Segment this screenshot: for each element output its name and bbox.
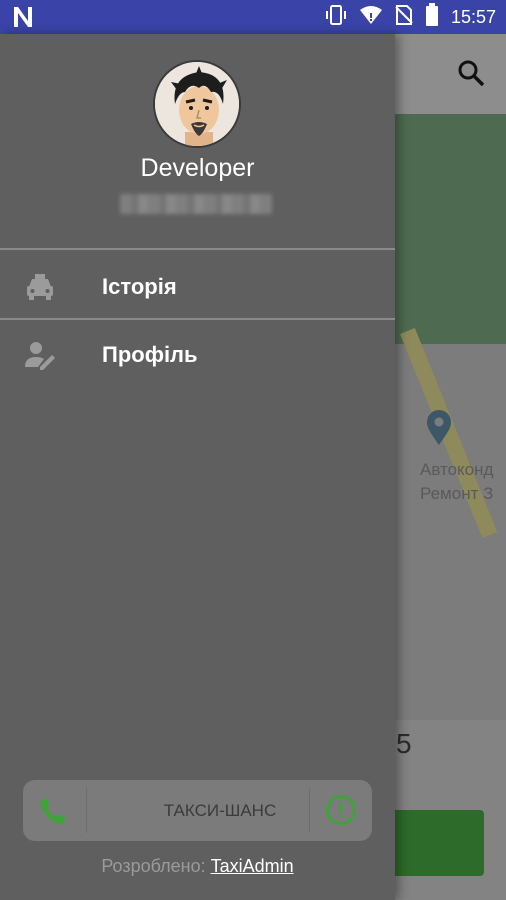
clock: 15:57 — [450, 6, 496, 27]
edit-profile-icon — [24, 339, 56, 371]
phone-icon[interactable] — [37, 795, 69, 827]
divider — [0, 318, 395, 320]
menu-item-history[interactable]: Історія — [0, 254, 395, 320]
separator — [86, 788, 87, 833]
menu-item-label: Історія — [102, 274, 177, 299]
battery-icon — [425, 2, 439, 32]
order-button[interactable] — [380, 810, 484, 876]
menu-item-label: Профіль — [102, 342, 198, 367]
developer-credit: Розроблено: TaxiAdmin — [101, 856, 294, 876]
user-email-redacted — [120, 194, 272, 214]
user-name: Developer — [140, 154, 255, 182]
n-icon — [12, 5, 34, 35]
map-park-area — [395, 114, 506, 344]
search-icon[interactable] — [456, 58, 486, 88]
menu-item-profile[interactable]: Профіль — [0, 322, 395, 388]
credit-link[interactable]: TaxiAdmin — [211, 856, 294, 876]
status-bar: 15:57 — [0, 0, 506, 34]
map-poi-label: Автоконд Ремонт З — [420, 460, 494, 503]
no-sim-icon — [395, 4, 413, 31]
map-pin-icon[interactable] — [426, 410, 452, 446]
separator — [309, 788, 310, 833]
vibrate-icon — [325, 4, 347, 31]
divider — [0, 248, 395, 250]
taxi-service-name[interactable]: ТАКСИ-ШАНС — [110, 780, 330, 841]
wifi-icon — [359, 4, 383, 31]
navigation-drawer: Developer Історія Профіль ТАКСИ-ШАНС Роз… — [0, 34, 395, 900]
taxi-icon — [24, 271, 56, 303]
info-icon[interactable] — [324, 793, 358, 827]
taxi-service-card: ТАКСИ-ШАНС — [23, 780, 372, 841]
avatar[interactable] — [153, 60, 241, 148]
bottom-panel-number: 5 — [396, 728, 412, 759]
